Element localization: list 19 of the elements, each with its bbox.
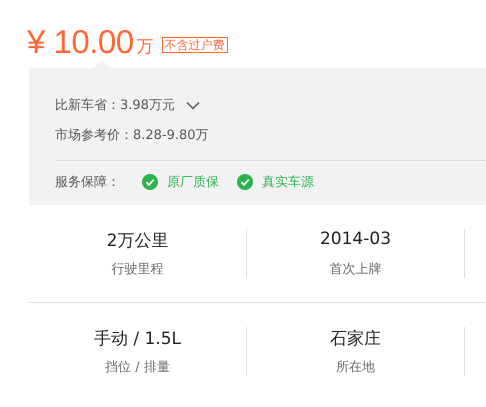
service-item: 真实车源 [262,174,314,191]
stat-label: 行驶里程 [112,261,164,278]
market-price-text: 市场参考价：8.28-9.80万 [55,127,209,144]
price-unit: 万 [136,36,154,58]
stat-value: 2万公里 [106,230,168,252]
check-icon [237,174,253,190]
stat-value: 2014-03 [320,229,392,249]
price-text: ¥ 10.00 [27,23,134,61]
savings-text: 比新车省：3.98万元 [55,97,175,114]
stat-label: 挡位 / 排量 [105,359,170,376]
stat-value: 石家庄 [330,328,381,350]
stat-value: 手动 / 1.5L [94,328,182,350]
check-icon [142,174,158,190]
service-item: 原厂质保 [167,174,219,191]
stat-label: 所在地 [336,359,375,376]
fee-tag: 不含过户费 [162,37,228,53]
stat-label: 首次上牌 [330,261,382,278]
service-label: 服务保障： [55,174,120,191]
chevron-icon[interactable] [186,100,200,110]
